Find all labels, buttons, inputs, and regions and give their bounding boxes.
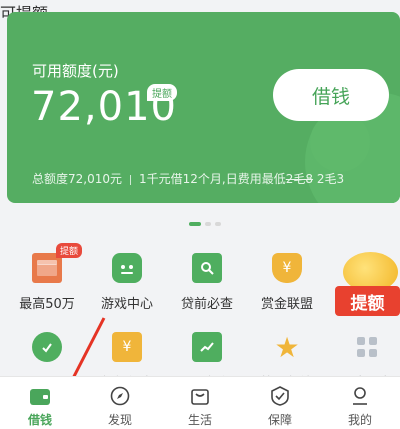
compass-icon	[109, 385, 131, 407]
service-label: 最高50万	[19, 297, 75, 312]
service-item-game-center[interactable]: 游戏中心	[87, 253, 167, 312]
service-item-pre-loan-check[interactable]: 贷前必查	[167, 253, 247, 312]
yen-shield-icon: ¥	[272, 253, 302, 283]
card-info: 总额度72,010元 1千元借12个月,日费用最低2毛8 2毛3	[32, 170, 382, 188]
service-label: 赏金联盟	[260, 297, 313, 312]
clock-icon	[32, 332, 62, 362]
borrow-button[interactable]: 借钱	[273, 69, 389, 121]
raise-quota-tag[interactable]: 提额	[147, 84, 177, 101]
tab-label: 保障	[267, 413, 292, 427]
gamepad-icon	[112, 253, 142, 283]
service-badge: 提额	[56, 243, 83, 258]
bottom-tab-bar: 借钱 发现 生活 保障 我的	[0, 376, 400, 429]
wallet-icon	[29, 385, 51, 407]
service-label: 贷前必查	[180, 297, 233, 312]
pager-dot	[215, 222, 221, 226]
credit-card: 可用额度(元) 72,010 提额 借钱 总额度72,010元 1千元借12个月,…	[7, 12, 400, 203]
tab-label: 借钱	[27, 413, 52, 427]
tab-label: 发现	[107, 413, 132, 427]
star-icon: ★	[274, 330, 300, 364]
total-quota-text: 总额度72,010元	[32, 172, 122, 186]
promo-label: 提额	[335, 286, 400, 316]
raise-quota-promo[interactable]: 提额	[333, 252, 400, 324]
search-doc-icon	[192, 253, 222, 283]
new-rate: 2毛3	[313, 172, 345, 186]
card-decoration-small	[310, 112, 370, 172]
divider	[130, 174, 131, 185]
old-rate: 2毛8	[285, 172, 314, 186]
more-grid-icon	[352, 332, 382, 362]
shield-icon	[269, 385, 291, 407]
tab-mine[interactable]: 我的	[320, 377, 400, 429]
yen-badge-icon: ¥	[112, 332, 142, 362]
tab-borrow[interactable]: 借钱	[0, 377, 80, 429]
carousel-pager	[189, 222, 221, 226]
tab-label: 生活	[187, 413, 212, 427]
user-icon	[349, 385, 371, 407]
chart-icon	[192, 332, 222, 362]
tab-discover[interactable]: 发现	[80, 377, 160, 429]
tab-life[interactable]: 生活	[160, 377, 240, 429]
rate-text: 1千元借12个月,日费用最低	[139, 172, 286, 186]
pager-dot-active	[189, 222, 201, 226]
tab-label: 我的	[347, 413, 372, 427]
available-quota-label: 可用额度(元)	[32, 62, 119, 80]
service-label: 游戏中心	[100, 297, 153, 312]
pager-dot	[205, 222, 211, 226]
tab-protection[interactable]: 保障	[240, 377, 320, 429]
service-item-max-500k[interactable]: 提额 最高50万	[7, 243, 87, 312]
bag-icon	[189, 385, 211, 407]
service-item-bounty-alliance[interactable]: ¥ 赏金联盟	[247, 253, 327, 312]
